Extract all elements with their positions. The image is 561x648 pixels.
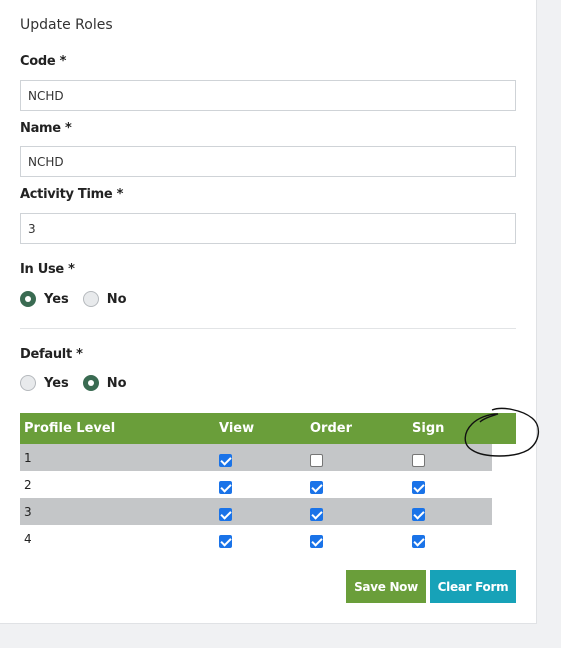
form-title: Update Roles: [20, 17, 113, 33]
activity-time-input[interactable]: [20, 213, 516, 244]
header-profile-level: Profile Level: [24, 421, 116, 436]
default-no-radio[interactable]: [82, 375, 99, 391]
table-row: 4: [20, 525, 492, 552]
order-checkbox[interactable]: [310, 481, 323, 494]
view-cell: [215, 525, 306, 552]
hand-drawn-circle-annotation: [464, 407, 539, 457]
header-order: Order: [310, 421, 352, 436]
activity-time-label: Activity Time *: [20, 187, 124, 202]
view-cell: [215, 471, 306, 498]
save-now-button[interactable]: Save Now: [346, 570, 426, 603]
sign-cell: [408, 525, 492, 552]
order-cell: [306, 498, 408, 525]
in-use-label: In Use *: [20, 262, 75, 277]
default-yes-option[interactable]: Yes: [20, 375, 69, 391]
view-checkbox[interactable]: [219, 535, 232, 548]
profile-level-cell: 4: [24, 531, 32, 546]
code-label: Code *: [20, 54, 67, 69]
in-use-no-radio[interactable]: [82, 291, 99, 307]
view-cell: [215, 444, 306, 471]
sign-cell: [408, 498, 492, 525]
default-yes-label: Yes: [44, 375, 69, 391]
sign-checkbox[interactable]: [412, 508, 425, 521]
table-row: 2: [20, 471, 492, 498]
code-input[interactable]: [20, 80, 516, 111]
in-use-no-option[interactable]: No: [82, 291, 127, 307]
view-checkbox[interactable]: [219, 454, 232, 467]
profile-level-cell: 2: [24, 477, 32, 492]
default-yes-radio[interactable]: [20, 375, 36, 391]
view-checkbox[interactable]: [219, 508, 232, 521]
view-cell: [215, 498, 306, 525]
sign-cell: [408, 471, 492, 498]
profile-level-table: Profile Level View Order Sign 1 2 3 4: [20, 413, 492, 552]
in-use-radio-group: Yes No: [20, 290, 141, 308]
table-row: 3: [20, 498, 492, 525]
order-checkbox[interactable]: [310, 535, 323, 548]
sign-checkbox[interactable]: [412, 454, 425, 467]
order-cell: [306, 444, 408, 471]
profile-level-cell: 3: [24, 504, 32, 519]
in-use-no-label: No: [106, 291, 127, 307]
table-row: 1: [20, 444, 492, 471]
in-use-yes-radio[interactable]: [20, 291, 36, 307]
in-use-yes-option[interactable]: Yes: [20, 291, 69, 307]
clear-form-button[interactable]: Clear Form: [430, 570, 516, 603]
name-input[interactable]: [20, 146, 516, 177]
default-radio-group: Yes No: [20, 374, 141, 392]
name-label: Name *: [20, 121, 72, 136]
header-view: View: [219, 421, 255, 436]
table-header-row: Profile Level View Order Sign: [20, 413, 492, 444]
order-cell: [306, 525, 408, 552]
sign-checkbox[interactable]: [412, 481, 425, 494]
order-checkbox[interactable]: [310, 454, 323, 467]
default-label: Default *: [20, 347, 83, 362]
view-checkbox[interactable]: [219, 481, 232, 494]
order-cell: [306, 471, 408, 498]
default-no-option[interactable]: No: [82, 375, 127, 391]
update-roles-card: Update Roles Code * Name * Activity Time…: [0, 0, 539, 624]
order-checkbox[interactable]: [310, 508, 323, 521]
sign-checkbox[interactable]: [412, 535, 425, 548]
section-divider: [20, 328, 516, 329]
profile-level-cell: 1: [24, 450, 32, 465]
default-no-label: No: [106, 375, 127, 391]
in-use-yes-label: Yes: [44, 291, 69, 307]
